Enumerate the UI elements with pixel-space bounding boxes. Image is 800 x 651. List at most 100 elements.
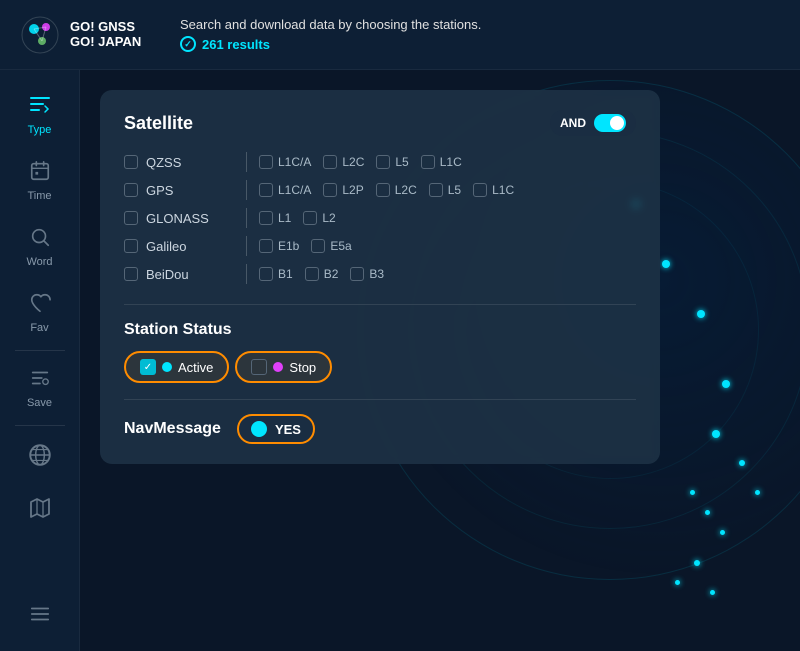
- sidebar: Type Time Word: [0, 70, 80, 651]
- gps-l1ca-cb[interactable]: [259, 183, 273, 197]
- qzss-l2c[interactable]: L2C: [323, 155, 364, 169]
- beidou-checkbox[interactable]: [124, 267, 138, 281]
- header-results: ✓ 261 results: [180, 36, 481, 52]
- and-toggle-switch[interactable]: [594, 114, 626, 132]
- sat-divider-qzss: [246, 152, 247, 172]
- main-content: Satellite AND QZSS L1C/A L2C L5 L1C: [80, 70, 800, 651]
- sat-row-gps: GPS L1C/A L2P L2C L5 L1C: [124, 180, 636, 200]
- galileo-e1b-cb[interactable]: [259, 239, 273, 253]
- sidebar-item-save[interactable]: Save: [5, 355, 75, 421]
- glonass-l1-cb[interactable]: [259, 211, 273, 225]
- and-toggle-label: AND: [560, 116, 586, 130]
- gps-l2c-cb[interactable]: [376, 183, 390, 197]
- qzss-l1c-cb[interactable]: [421, 155, 435, 169]
- sat-divider-glonass: [246, 208, 247, 228]
- sidebar-item-type[interactable]: Type: [5, 80, 75, 148]
- gps-options: L1C/A L2P L2C L5 L1C: [259, 183, 514, 197]
- satellite-rows: QZSS L1C/A L2C L5 L1C GPS L1C/A: [124, 152, 636, 284]
- filter-panel: Satellite AND QZSS L1C/A L2C L5 L1C: [100, 90, 660, 464]
- sat-divider-galileo: [246, 236, 247, 256]
- gps-l2p-cb[interactable]: [323, 183, 337, 197]
- active-checkbox-checked[interactable]: ✓: [140, 359, 156, 375]
- gps-l2c[interactable]: L2C: [376, 183, 417, 197]
- beidou-b2-cb[interactable]: [305, 267, 319, 281]
- sidebar-item-list[interactable]: [5, 591, 75, 641]
- beidou-options: B1 B2 B3: [259, 267, 384, 281]
- beidou-b2[interactable]: B2: [305, 267, 339, 281]
- galileo-options: E1b E5a: [259, 239, 352, 253]
- gps-l1c-cb[interactable]: [473, 183, 487, 197]
- galileo-e5a[interactable]: E5a: [311, 239, 351, 253]
- gps-l2p[interactable]: L2P: [323, 183, 363, 197]
- qzss-checkbox[interactable]: [124, 155, 138, 169]
- logo-area: GO! GNSS GO! JAPAN: [20, 15, 180, 55]
- gps-l5-cb[interactable]: [429, 183, 443, 197]
- sat-name-glonass: GLONASS: [124, 211, 234, 226]
- satellite-title: Satellite: [124, 113, 193, 134]
- glonass-l2-cb[interactable]: [303, 211, 317, 225]
- station-status-section: Station Status ✓ Active Stop: [124, 304, 636, 383]
- sidebar-word-label: Word: [26, 256, 52, 268]
- qzss-options: L1C/A L2C L5 L1C: [259, 155, 462, 169]
- satellite-section-header: Satellite AND: [124, 110, 636, 136]
- qzss-l1ca[interactable]: L1C/A: [259, 155, 311, 169]
- stop-dot: [273, 362, 283, 372]
- sidebar-item-fav[interactable]: Fav: [5, 280, 75, 346]
- time-icon: [29, 160, 51, 186]
- station-status-title: Station Status: [124, 321, 636, 339]
- beidou-b1[interactable]: B1: [259, 267, 293, 281]
- gps-l5[interactable]: L5: [429, 183, 461, 197]
- fav-icon: [29, 292, 51, 318]
- sat-name-beidou: BeiDou: [124, 267, 234, 282]
- qzss-l2c-cb[interactable]: [323, 155, 337, 169]
- gps-checkbox[interactable]: [124, 183, 138, 197]
- active-dot: [162, 362, 172, 372]
- sat-name-gps: GPS: [124, 183, 234, 198]
- sidebar-fav-label: Fav: [30, 322, 48, 334]
- list-icon: [29, 603, 51, 629]
- type-icon: [28, 92, 52, 120]
- globe-icon: [27, 442, 53, 472]
- qzss-l1ca-cb[interactable]: [259, 155, 273, 169]
- nav-toggle-label: YES: [275, 422, 301, 437]
- stop-status-button[interactable]: Stop: [235, 351, 332, 383]
- qzss-l5[interactable]: L5: [376, 155, 408, 169]
- sat-name-qzss: QZSS: [124, 155, 234, 170]
- glonass-l1[interactable]: L1: [259, 211, 291, 225]
- sat-divider-gps: [246, 180, 247, 200]
- galileo-checkbox[interactable]: [124, 239, 138, 253]
- sat-divider-beidou: [246, 264, 247, 284]
- logo-icon: [20, 15, 60, 55]
- sidebar-divider-1: [15, 350, 65, 351]
- galileo-e5a-cb[interactable]: [311, 239, 325, 253]
- sidebar-divider-2: [15, 425, 65, 426]
- sidebar-item-map[interactable]: [5, 484, 75, 536]
- glonass-options: L1 L2: [259, 211, 336, 225]
- status-options: ✓ Active Stop: [124, 351, 636, 383]
- stop-checkbox-empty[interactable]: [251, 359, 267, 375]
- beidou-b3[interactable]: B3: [350, 267, 384, 281]
- gps-l1c[interactable]: L1C: [473, 183, 514, 197]
- results-count: 261 results: [202, 37, 270, 52]
- beidou-b3-cb[interactable]: [350, 267, 364, 281]
- and-toggle[interactable]: AND: [550, 110, 636, 136]
- active-status-button[interactable]: ✓ Active: [124, 351, 229, 383]
- sidebar-item-globe[interactable]: [5, 430, 75, 484]
- qzss-l1c[interactable]: L1C: [421, 155, 462, 169]
- navmessage-toggle[interactable]: YES: [237, 414, 315, 444]
- glonass-l2[interactable]: L2: [303, 211, 335, 225]
- sidebar-item-word[interactable]: Word: [5, 214, 75, 280]
- sat-row-galileo: Galileo E1b E5a: [124, 236, 636, 256]
- sat-row-qzss: QZSS L1C/A L2C L5 L1C: [124, 152, 636, 172]
- beidou-b1-cb[interactable]: [259, 267, 273, 281]
- glonass-checkbox[interactable]: [124, 211, 138, 225]
- sidebar-item-time[interactable]: Time: [5, 148, 75, 214]
- galileo-e1b[interactable]: E1b: [259, 239, 299, 253]
- nav-toggle-ball: [251, 421, 267, 437]
- header: GO! GNSS GO! JAPAN Search and download d…: [0, 0, 800, 70]
- qzss-l5-cb[interactable]: [376, 155, 390, 169]
- save-icon: [29, 367, 51, 393]
- sidebar-type-label: Type: [28, 124, 52, 136]
- gps-l1ca[interactable]: L1C/A: [259, 183, 311, 197]
- map-icon: [28, 496, 52, 524]
